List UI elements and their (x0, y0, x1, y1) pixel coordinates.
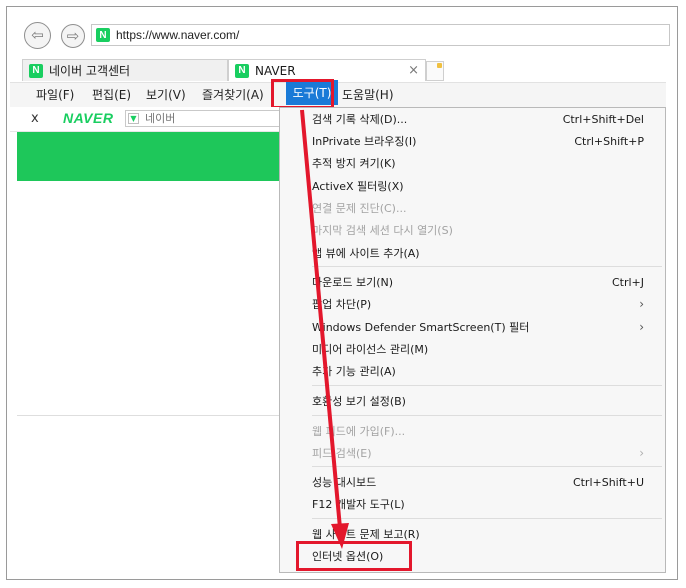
menu-item-label: 추적 방지 켜기(K) (312, 157, 396, 170)
menu-item-label: 미디어 라이선스 관리(M) (312, 343, 429, 356)
menu-item-add-to-app-view[interactable]: 앱 뷰에 사이트 추가(A) (312, 243, 652, 263)
tab-strip: N 네이버 고객센터 N NAVER × (10, 54, 666, 81)
chevron-right-icon: › (639, 446, 644, 460)
toolbar-search: ▼ (125, 110, 280, 127)
naver-favicon-icon: N (29, 63, 43, 78)
tab-naver[interactable]: N NAVER × (228, 59, 426, 81)
tools-menu: 검색 기록 삭제(D)... Ctrl+Shift+Del InPrivate … (279, 107, 666, 573)
menu-bar: 파일(F) 편집(E) 보기(V) 즐겨찾기(A) 도구(T) 도움말(H) (10, 80, 666, 108)
menu-item-label: 팝업 차단(P) (312, 298, 372, 311)
menu-item-label: 추가 기능 관리(A) (312, 365, 396, 378)
menu-item-label: 마지막 검색 세션 다시 열기(S) (312, 224, 453, 237)
menu-item-media-licenses[interactable]: 미디어 라이선스 관리(M) (312, 339, 652, 359)
back-button[interactable]: ⇦ (24, 22, 51, 49)
menu-item-activex-filtering[interactable]: ActiveX 필터링(X) (312, 176, 652, 196)
menu-item-label: 성능 대시보드 (312, 476, 377, 489)
chevron-down-icon[interactable]: ▼ (128, 113, 139, 124)
menu-item-subscribe-feed: 웹 피드에 가입(F)... (312, 421, 652, 441)
naver-favicon-icon: N (96, 28, 110, 42)
chevron-right-icon: › (639, 320, 644, 334)
menu-item-smartscreen[interactable]: Windows Defender SmartScreen(T) 필터 › (312, 317, 652, 337)
menu-item-reopen-session: 마지막 검색 세션 다시 열기(S) (312, 220, 652, 240)
naver-toolbar: x NAVER ▼ (10, 107, 280, 132)
menu-item-performance-dashboard[interactable]: 성능 대시보드 Ctrl+Shift+U (312, 472, 652, 492)
toolbar-search-input[interactable] (145, 112, 265, 125)
url-text: https://www.naver.com/ (116, 28, 240, 42)
menu-separator (312, 266, 662, 267)
shortcut-label: Ctrl+Shift+Del (562, 112, 644, 126)
tab-label: 네이버 고객센터 (49, 64, 131, 78)
chevron-right-icon: › (639, 297, 644, 311)
menu-item-delete-history[interactable]: 검색 기록 삭제(D)... Ctrl+Shift+Del (312, 109, 652, 129)
menu-file[interactable]: 파일(F) (36, 86, 74, 103)
menu-item-label: F12 개발자 도구(L) (312, 498, 405, 511)
menu-item-popup-blocker[interactable]: 팝업 차단(P) › (312, 294, 652, 314)
menu-item-label: 웹 피드에 가입(F)... (312, 425, 406, 438)
menu-item-label: 호환성 보기 설정(B) (312, 395, 406, 408)
divider (17, 415, 282, 416)
new-tab-button[interactable] (426, 61, 444, 81)
menu-item-downloads[interactable]: 다운로드 보기(N) Ctrl+J (312, 272, 652, 292)
menu-separator (312, 466, 662, 467)
menu-item-label: 앱 뷰에 사이트 추가(A) (312, 247, 420, 260)
menu-separator (312, 518, 662, 519)
menu-item-label: 피드 검색(E) (312, 447, 372, 460)
shortcut-label: Ctrl+Shift+U (572, 475, 644, 489)
internet-options-highlight-box (296, 541, 412, 571)
menu-item-diagnose-connection: 연결 문제 진단(C)... (312, 198, 652, 218)
menu-item-f12-devtools[interactable]: F12 개발자 도구(L) (312, 494, 652, 514)
menu-edit[interactable]: 편집(E) (92, 86, 131, 103)
arrow-left-icon: ⇦ (31, 26, 44, 44)
shortcut-label: Ctrl+Shift+P (574, 134, 644, 148)
shortcut-label: Ctrl+J (611, 275, 644, 289)
menu-separator (312, 385, 662, 386)
menu-item-label: ActiveX 필터링(X) (312, 180, 404, 193)
naver-logo: NAVER (63, 110, 114, 126)
close-icon[interactable]: × (408, 63, 419, 78)
menu-favorites[interactable]: 즐겨찾기(A) (202, 86, 264, 103)
address-bar[interactable]: N https://www.naver.com/ (91, 24, 670, 46)
menu-item-label: Windows Defender SmartScreen(T) 필터 (312, 321, 530, 334)
toolbar-close-icon[interactable]: x (31, 111, 39, 126)
menu-item-label: 다운로드 보기(N) (312, 276, 394, 289)
arrow-right-icon: ⇨ (66, 26, 80, 45)
menu-item-feed-discovery: 피드 검색(E) › (312, 443, 652, 463)
menu-item-inprivate[interactable]: InPrivate 브라우징(I) Ctrl+Shift+P (312, 131, 652, 151)
menu-view[interactable]: 보기(V) (146, 86, 186, 103)
tab-naver-support[interactable]: N 네이버 고객센터 (22, 59, 228, 81)
address-row: ⇦ ⇨ N https://www.naver.com/ (10, 19, 670, 49)
forward-button[interactable]: ⇨ (61, 24, 85, 48)
menu-item-label: 연결 문제 진단(C)... (312, 202, 407, 215)
menu-item-label: 검색 기록 삭제(D)... (312, 113, 408, 126)
menu-item-manage-addons[interactable]: 추가 기능 관리(A) (312, 361, 652, 381)
menu-item-label: 웹 사이트 문제 보고(R) (312, 528, 420, 541)
menu-item-tracking-protection[interactable]: 추적 방지 켜기(K) (312, 153, 652, 173)
menu-separator (312, 415, 662, 416)
menu-item-label: InPrivate 브라우징(I) (312, 135, 417, 148)
tab-label: NAVER (255, 63, 296, 78)
naver-header-banner (17, 132, 282, 181)
menu-help[interactable]: 도움말(H) (342, 86, 394, 103)
tools-highlight-box (271, 79, 334, 109)
menu-item-compatibility-view[interactable]: 호환성 보기 설정(B) (312, 391, 652, 411)
naver-favicon-icon: N (235, 63, 249, 78)
